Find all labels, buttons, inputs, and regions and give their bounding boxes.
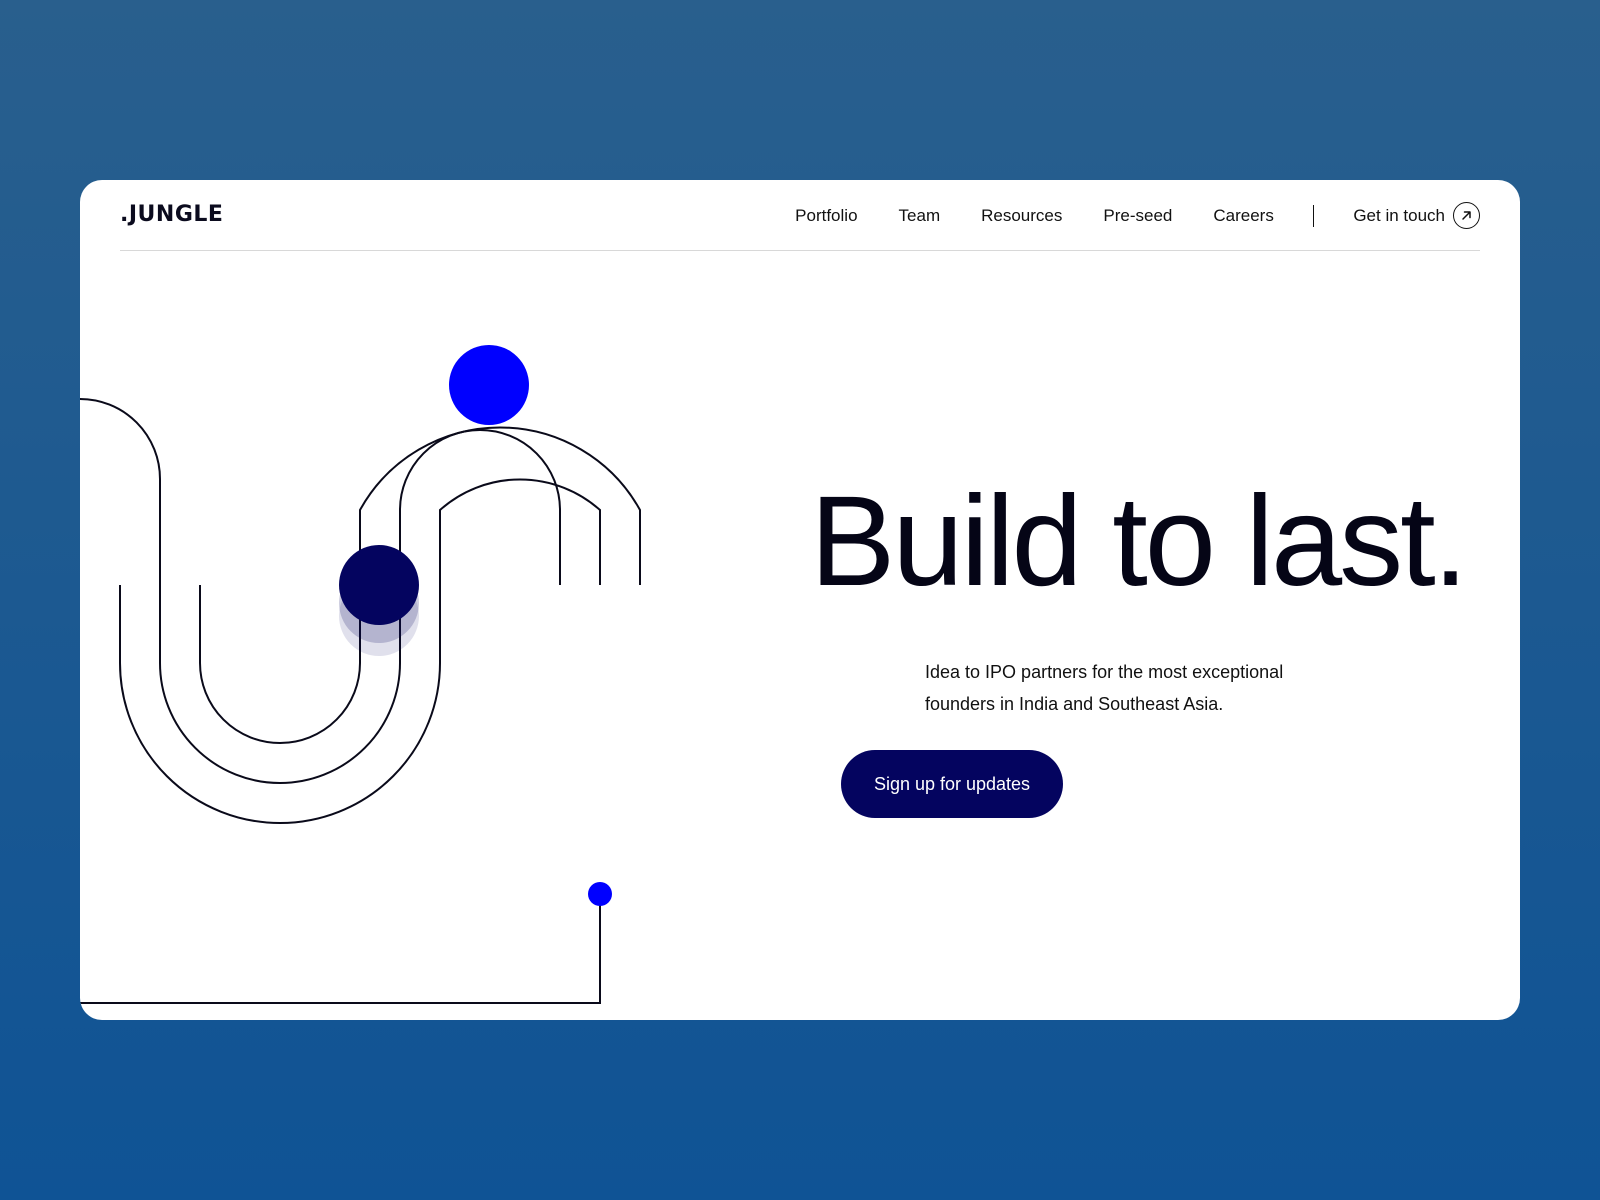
nav-links: Portfolio Team Resources Pre-seed Career…: [754, 180, 1480, 251]
arrow-up-right-icon: [1453, 202, 1480, 229]
nav-link-resources[interactable]: Resources: [981, 206, 1062, 226]
sign-up-button[interactable]: Sign up for updates: [841, 750, 1063, 818]
nav-divider: [1312, 204, 1315, 227]
hero-subtext: Idea to IPO partners for the most except…: [925, 662, 1284, 714]
blue-dot-small: [588, 882, 612, 906]
get-in-touch-link[interactable]: Get in touch: [1353, 202, 1480, 229]
blue-circle-large: [449, 345, 529, 425]
path-lines: [80, 398, 641, 1004]
hero-headline: Build to last.: [810, 470, 1468, 613]
hero-card: .JUNGLE Portfolio Team Resources Pre-see…: [80, 180, 1520, 1020]
get-in-touch-label: Get in touch: [1353, 205, 1445, 225]
nav-link-team[interactable]: Team: [899, 206, 941, 226]
nav-link-careers[interactable]: Careers: [1213, 206, 1273, 226]
nav-link-pre-seed[interactable]: Pre-seed: [1103, 206, 1172, 226]
navy-circle: [339, 545, 419, 625]
nav-link-portfolio[interactable]: Portfolio: [795, 206, 857, 226]
winding-path-illustration: [80, 345, 641, 1004]
